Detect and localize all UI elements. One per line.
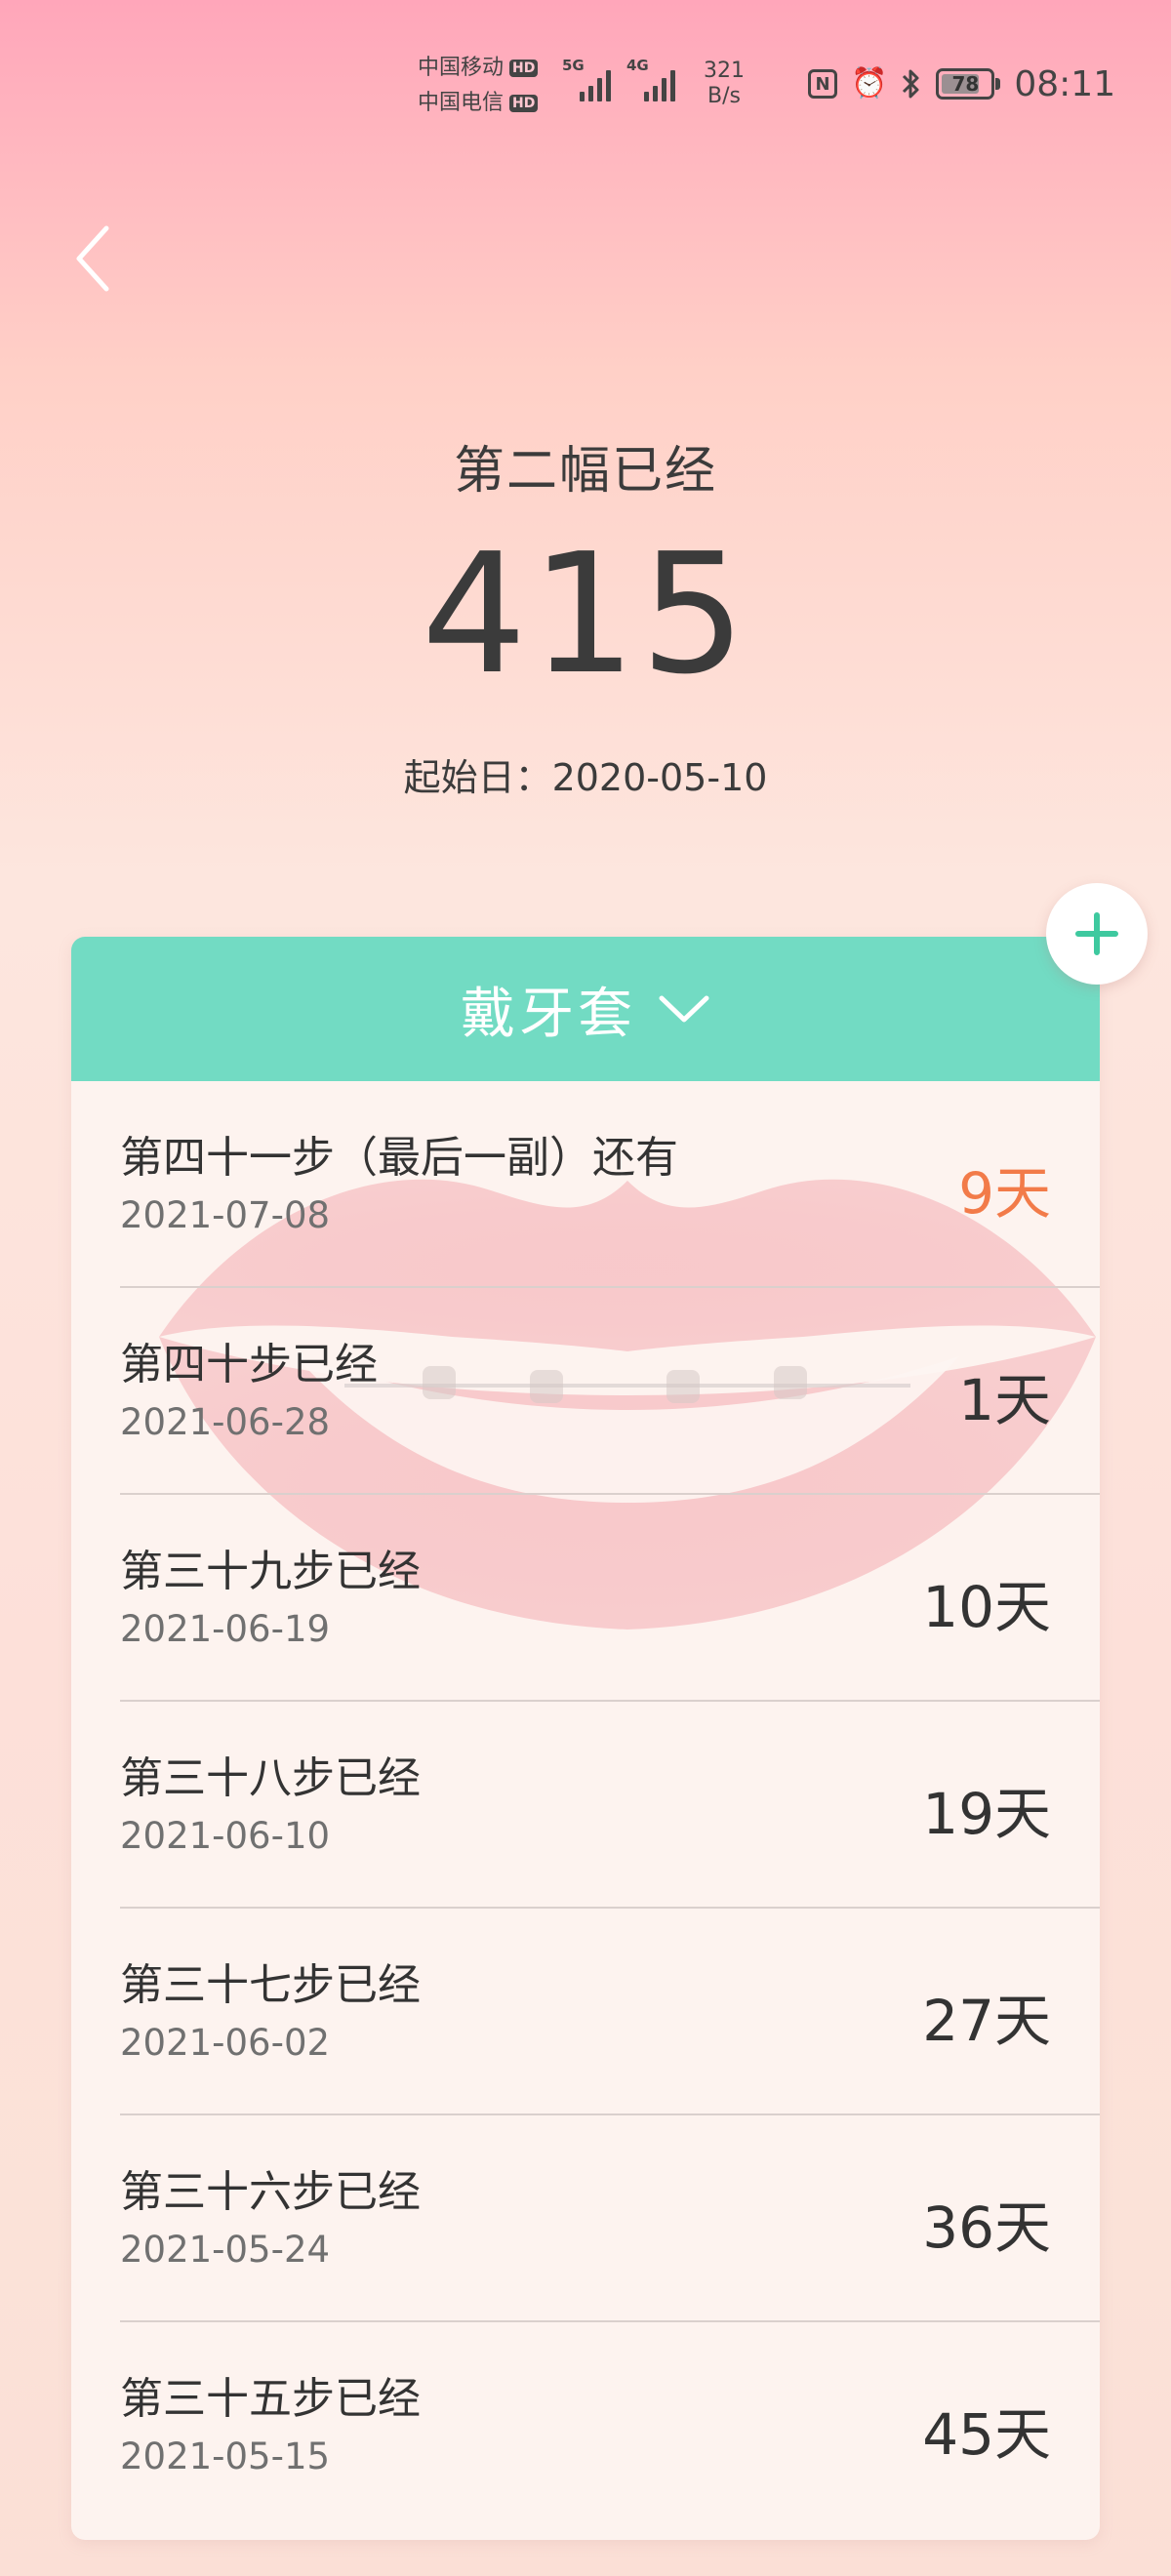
item-days: 10天: [922, 1574, 1051, 1640]
chevron-down-icon: [659, 995, 709, 1023]
list-item[interactable]: 第三十五步已经 2021-05-15 45天: [71, 2322, 1100, 2529]
list-item[interactable]: 第四十一步（最后一副）还有 2021-07-08 9天: [71, 1081, 1100, 1288]
item-date: 2021-06-28: [120, 1401, 331, 1443]
network-speed-value: 321: [704, 59, 745, 83]
battery-icon: 78: [936, 68, 1001, 100]
hd-badge: HD: [509, 95, 539, 112]
list-item[interactable]: 第四十步已经 2021-06-28 1天: [71, 1288, 1100, 1495]
list-item[interactable]: 第三十六步已经 2021-05-24 36天: [71, 2115, 1100, 2322]
list-item[interactable]: 第三十八步已经 2021-06-10 19天: [71, 1702, 1100, 1909]
item-date: 2021-07-08: [120, 1194, 331, 1236]
page-title: 第二幅已经: [453, 442, 717, 501]
add-button[interactable]: [1046, 883, 1148, 985]
item-title: 第四十一步（最后一副）还有: [120, 1133, 678, 1183]
status-bar: 中国移动 HD 中国电信 HD 5G 4G 321 B/s N ⏰ 78 08:…: [0, 0, 1171, 172]
item-days: 9天: [958, 1160, 1051, 1227]
record-list: 第四十一步（最后一副）还有 2021-07-08 9天第四十步已经 2021-06-2…: [71, 1081, 1100, 2529]
item-days: 27天: [922, 1988, 1051, 2054]
network-5g-label: 5G: [562, 57, 585, 74]
system-icons: N ⏰ 78 08:11: [808, 63, 1116, 104]
signal-5g-icon: 5G: [562, 57, 617, 101]
item-date: 2021-06-10: [120, 1815, 331, 1857]
item-days: 19天: [922, 1781, 1051, 1847]
carrier-info: 中国移动 HD 中国电信 HD: [418, 51, 554, 121]
start-date: 起始日：2020-05-10: [403, 756, 768, 799]
list-item[interactable]: 第三十七步已经 2021-06-02 27天: [71, 1909, 1100, 2115]
item-date: 2021-05-15: [120, 2435, 331, 2477]
item-days: 45天: [922, 2401, 1051, 2468]
network-speed-unit: B/s: [707, 84, 741, 108]
item-title: 第三十九步已经: [120, 1547, 421, 1596]
record-card: 戴牙套 第四十一步（最后一副）还有 2021-07-08 9天第四十步已经 2021-…: [71, 937, 1100, 2540]
alarm-icon: ⏰: [851, 66, 888, 101]
item-title: 第三十五步已经: [120, 2374, 421, 2424]
item-title: 第三十八步已经: [120, 1753, 421, 1803]
network-speed: 321 B/s: [695, 59, 753, 109]
list-item[interactable]: 第三十九步已经 2021-06-19 10天: [71, 1495, 1100, 1702]
carrier-1: 中国移动: [418, 56, 505, 80]
back-button[interactable]: [59, 215, 127, 302]
clock: 08:11: [1014, 63, 1116, 104]
day-count: 415: [421, 518, 750, 711]
carrier-2: 中国电信: [418, 91, 505, 115]
category-dropdown[interactable]: 戴牙套: [71, 937, 1100, 1081]
item-title: 第三十七步已经: [120, 1960, 421, 2010]
item-title: 第三十六步已经: [120, 2167, 421, 2217]
item-days: 36天: [922, 2194, 1051, 2261]
item-date: 2021-05-24: [120, 2229, 331, 2271]
item-date: 2021-06-02: [120, 2022, 331, 2064]
nfc-icon: N: [808, 69, 837, 99]
category-label: 戴牙套: [461, 982, 636, 1046]
item-title: 第四十步已经: [120, 1340, 378, 1389]
bluetooth-icon: [903, 69, 919, 99]
network-4g-label: 4G: [626, 57, 649, 74]
chevron-left-icon: [76, 225, 109, 292]
item-days: 1天: [958, 1367, 1051, 1433]
plus-icon: [1075, 912, 1118, 955]
item-date: 2021-06-19: [120, 1608, 331, 1650]
signal-4g-icon: 4G: [626, 57, 681, 101]
battery-level: 78: [951, 72, 980, 96]
hd-badge: HD: [509, 60, 539, 77]
